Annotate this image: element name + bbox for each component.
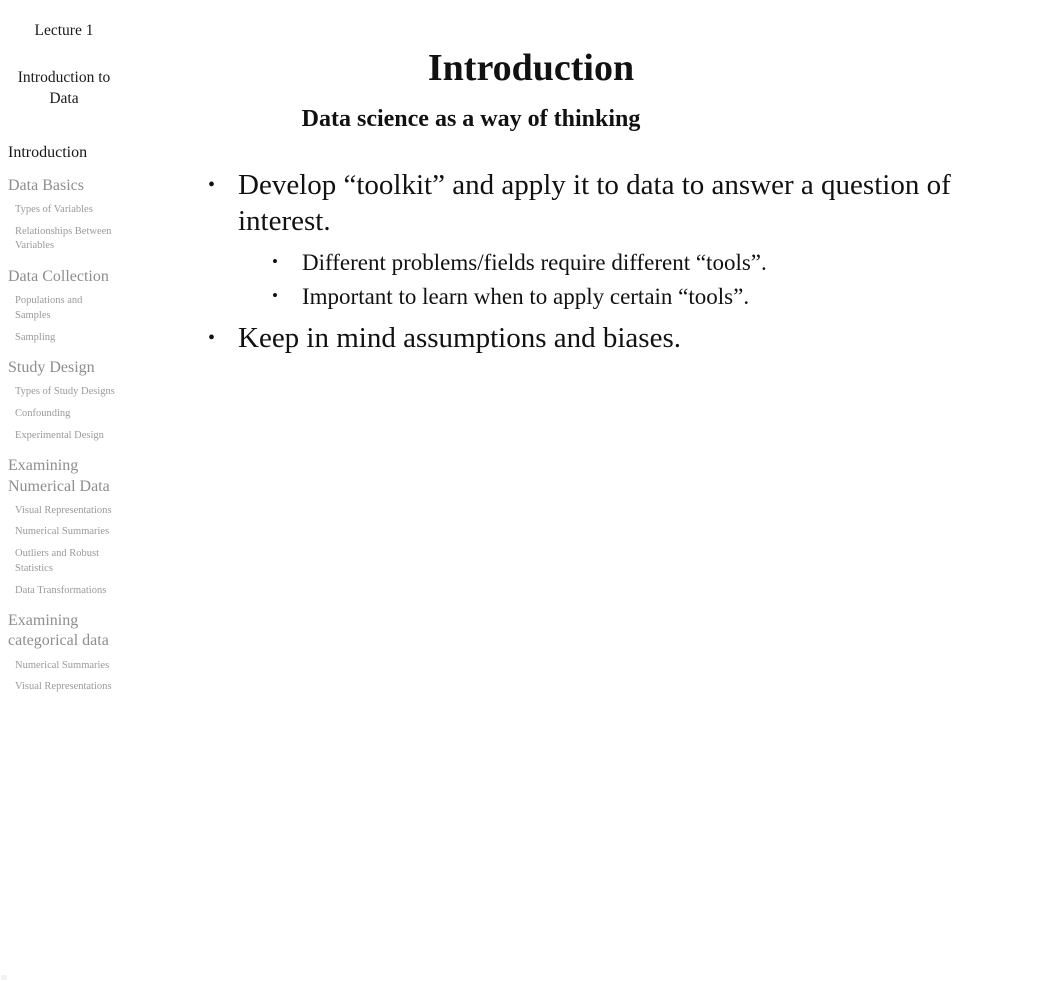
sidebar-item-sampling[interactable]: Sampling [0,331,128,346]
sidebar-group: Examining Numerical Data Visual Represent… [0,456,128,598]
slide-subtitle: Data science as a way of thinking [301,105,641,132]
bullet-dot-icon: • [208,326,216,349]
sidebar-group: Introduction [0,143,128,163]
sub-bullet-dot-icon: • [272,286,278,306]
slide-viewer: Lecture 1 Introduction to Data Introduct… [0,0,1062,982]
slide-bullet: • Develop “toolkit” and apply it to data … [202,168,1002,240]
sidebar-group: Study Design Types of Study Designs Confou… [0,358,128,443]
sidebar-section-introduction[interactable]: Introduction [0,143,128,163]
sidebar-item-visual-representations[interactable]: Visual Representations [0,504,128,519]
slide-sub-bullet-list: • Different problems/fields require diffe… [202,248,1002,312]
sidebar-item-data-transformations[interactable]: Data Transformations [0,584,128,599]
slide-bullet-list: • Develop “toolkit” and apply it to data … [128,168,1062,357]
slide-bullet-text: Develop “toolkit” and apply it to data t… [238,168,951,237]
sidebar-section-examining-numerical-data[interactable]: Examining Numerical Data [0,456,128,496]
sidebar-item-types-of-variables[interactable]: Types of Variables [0,203,128,218]
slide-title: Introduction [427,47,635,89]
sidebar-section-list: Introduction Data Basics Types of Variable… [0,143,128,695]
sub-bullet-dot-icon: • [272,251,278,271]
slide-sub-bullet-text: Different problems/fields require differ… [302,249,767,275]
sidebar-group: Examining categorical data Numerical Summ… [0,611,128,695]
sidebar-item-visual-representations[interactable]: Visual Representations [0,680,128,695]
slide-bullet-text: Keep in mind assumptions and biases. [238,321,682,354]
sidebar-group: Data Basics Types of Variables Relationshi… [0,176,128,254]
sidebar-group: Data Collection Populations and Samples Sa… [0,267,128,345]
slide-content: Introduction Data science as a way of th… [128,0,1062,982]
slide-sub-bullet-text: Important to learn when to apply certain… [302,284,750,310]
bullet-dot-icon: • [208,173,216,196]
sidebar-section-data-basics[interactable]: Data Basics [0,176,128,196]
sidebar-item-relationships-between-variables[interactable]: Relationships Between Variables [0,225,128,254]
sidebar-item-populations-and-samples[interactable]: Populations and Samples [0,294,128,323]
slide-sub-bullet: • Important to learn when to apply certai… [202,282,1002,312]
sidebar-deck-title: Introduction to Data [17,69,111,107]
sidebar-item-outliers-and-robust-statistics[interactable]: Outliers and Robust Statistics [0,547,128,576]
sidebar-item-experimental-design[interactable]: Experimental Design [0,429,128,444]
sidebar-item-types-of-study-designs[interactable]: Types of Study Designs [0,385,128,400]
sidebar-lecture-label: Lecture 1 [34,22,94,39]
sidebar-section-examining-categorical-data[interactable]: Examining categorical data [0,611,128,651]
sidebar-item-numerical-summaries[interactable]: Numerical Summaries [0,659,128,674]
sidebar-section-data-collection[interactable]: Data Collection [0,267,128,287]
sidebar-navigation: Lecture 1 Introduction to Data Introduct… [0,0,128,982]
sidebar-item-confounding[interactable]: Confounding [0,407,128,422]
sidebar-section-study-design[interactable]: Study Design [0,358,128,378]
corner-artifact [1,975,7,980]
sidebar-item-numerical-summaries[interactable]: Numerical Summaries [0,525,128,540]
slide-bullet: • Keep in mind assumptions and biases. [202,321,1002,357]
slide-sub-bullet: • Different problems/fields require diffe… [202,248,1002,278]
